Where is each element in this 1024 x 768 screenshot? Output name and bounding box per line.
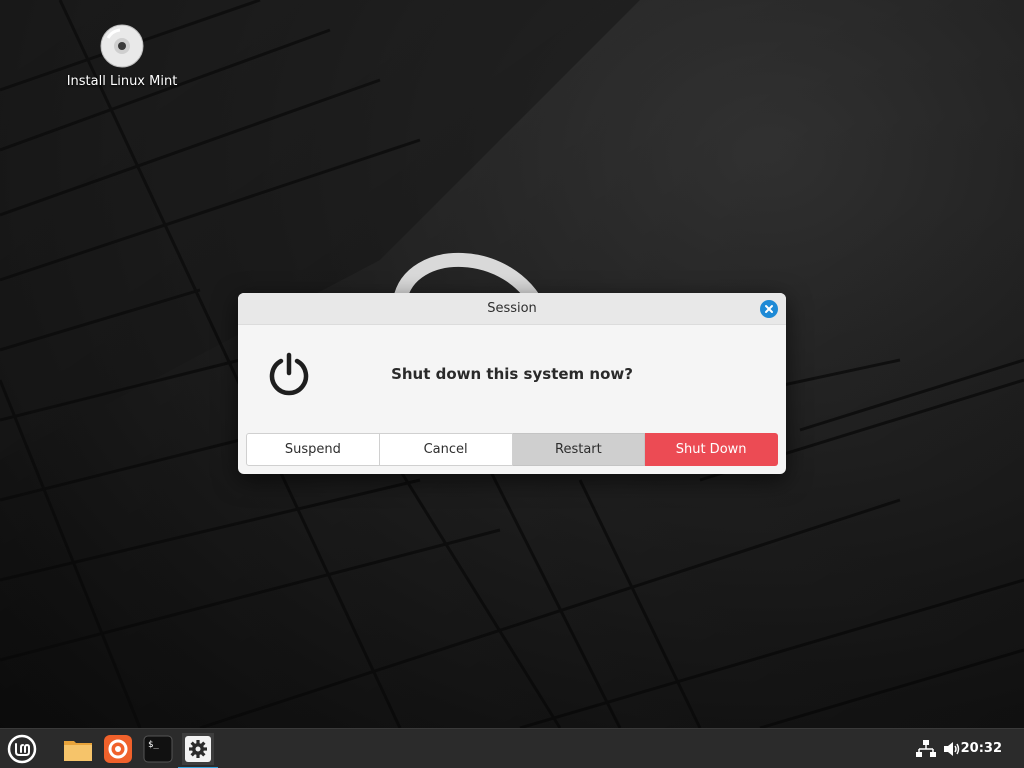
suspend-button[interactable]: Suspend	[246, 433, 380, 466]
firefox-icon	[104, 735, 132, 763]
volume-icon	[944, 742, 960, 756]
desktop: Install Linux Mint Session Shut down thi…	[0, 0, 1024, 768]
panel-clock[interactable]: 20:32	[961, 729, 1002, 768]
files-launcher[interactable]	[62, 733, 94, 765]
dialog-body: Shut down this system now?	[238, 325, 786, 433]
shut-down-button[interactable]: Shut Down	[645, 433, 778, 466]
network-applet[interactable]	[916, 739, 936, 759]
terminal-icon: $_	[143, 735, 173, 763]
dialog-button-row: Suspend Cancel Restart Shut Down	[246, 433, 778, 466]
menu-button[interactable]	[6, 733, 38, 765]
desktop-icon-label: Install Linux Mint	[66, 74, 178, 89]
firefox-launcher[interactable]	[102, 733, 134, 765]
folder-icon	[64, 741, 92, 761]
dialog-titlebar: Session	[238, 293, 786, 325]
mint-menu-icon	[7, 734, 37, 764]
bottom-panel: $_ 20:32	[0, 728, 1024, 768]
close-button[interactable]	[760, 300, 778, 318]
gear-icon	[185, 736, 211, 762]
disc-icon	[100, 24, 144, 68]
network-icon	[916, 740, 936, 757]
svg-text:$_: $_	[148, 740, 159, 750]
terminal-launcher[interactable]: $_	[142, 733, 174, 765]
settings-launcher[interactable]	[178, 733, 218, 768]
restart-button[interactable]: Restart	[512, 433, 646, 466]
close-icon	[765, 305, 773, 313]
dialog-message: Shut down this system now?	[391, 365, 633, 383]
session-dialog: Session Shut down this system now? Suspe…	[238, 293, 786, 474]
desktop-icon-install-linux-mint[interactable]: Install Linux Mint	[62, 24, 182, 89]
dialog-title: Session	[487, 301, 537, 316]
cancel-button[interactable]: Cancel	[379, 433, 513, 466]
volume-applet[interactable]	[942, 739, 962, 759]
